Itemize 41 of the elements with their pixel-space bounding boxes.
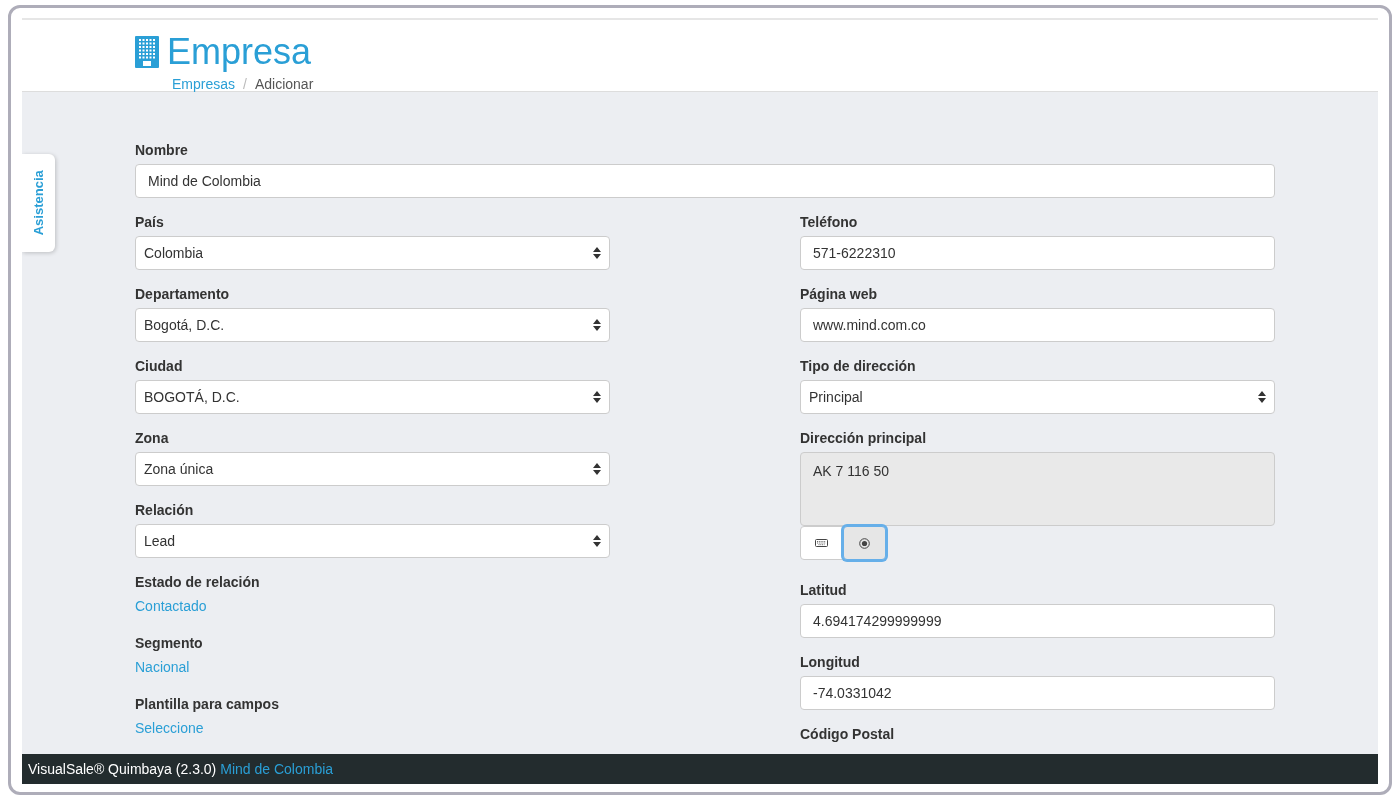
input-field[interactable]: 571-6222310 — [800, 236, 1275, 270]
field-label: Página web — [800, 286, 879, 302]
field-label: Ciudad — [135, 358, 184, 374]
field-label: Estado de relación — [135, 574, 261, 590]
breadcrumb-separator: / — [243, 76, 247, 92]
select-field[interactable]: Zona única — [135, 452, 610, 486]
field-label: Latitud — [800, 582, 848, 598]
product-version: VisualSale® Quimbaya (2.3.0) — [28, 759, 217, 779]
field-label: País — [135, 214, 165, 230]
field-label: Longitud — [800, 654, 861, 670]
keyboard-icon — [815, 539, 828, 547]
select-field[interactable]: Bogotá, D.C. — [135, 308, 610, 342]
input-field[interactable]: 4.694174299999999 — [800, 604, 1275, 638]
input-field[interactable]: Mind de Colombia — [135, 164, 1275, 198]
field-label: Tipo de dirección — [800, 358, 917, 374]
updown-icon — [593, 391, 601, 403]
field-label: Teléfono — [800, 214, 859, 230]
field-label: Dirección principal — [800, 430, 928, 446]
select-field[interactable]: Lead — [135, 524, 610, 558]
select-field[interactable]: Principal — [800, 380, 1275, 414]
updown-icon — [593, 535, 601, 547]
updown-icon — [593, 319, 601, 331]
updown-icon — [593, 463, 601, 475]
updown-icon — [1258, 391, 1266, 403]
field-label: Segmento — [135, 635, 204, 651]
field-label: Nombre — [135, 142, 189, 158]
field-label: Departamento — [135, 286, 231, 302]
field-label: Código Postal — [800, 726, 896, 742]
field-label: Plantilla para campos — [135, 696, 280, 712]
page-title: Empresa — [167, 34, 312, 70]
breadcrumb-current: Adicionar — [254, 76, 314, 92]
field-label: Zona — [135, 430, 170, 446]
select-field[interactable]: Colombia — [135, 236, 610, 270]
input-field[interactable]: www.mind.com.co — [800, 308, 1275, 342]
target-icon — [859, 537, 870, 549]
company-link[interactable]: Mind de Colombia — [220, 758, 334, 780]
select-field[interactable]: BOGOTÁ, D.C. — [135, 380, 610, 414]
input-field[interactable]: -74.0331042 — [800, 676, 1275, 710]
updown-icon — [593, 247, 601, 259]
field-label: Relación — [135, 502, 195, 518]
building-icon — [135, 36, 159, 68]
